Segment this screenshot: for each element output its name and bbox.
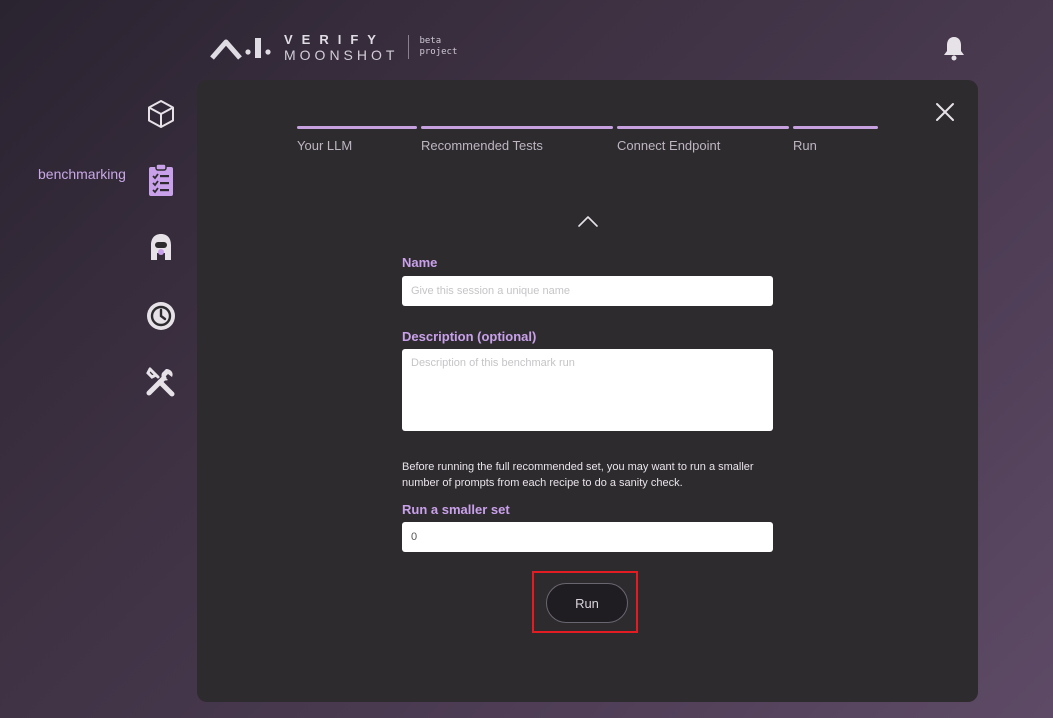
logo-divider xyxy=(408,35,410,59)
logo-wordmark: VERIFY MOONSHOT xyxy=(284,33,398,62)
step-connect-endpoint[interactable]: Connect Endpoint xyxy=(617,126,789,153)
description-label: Description (optional) xyxy=(402,329,537,344)
ai-logo-mark-icon xyxy=(210,38,271,60)
step-label: Recommended Tests xyxy=(421,138,543,153)
sidebar-item-history[interactable] xyxy=(144,299,178,333)
chevron-up-icon[interactable] xyxy=(577,214,599,228)
step-progress-bar xyxy=(421,126,613,129)
step-label: Run xyxy=(793,138,817,153)
red-teaming-agent-icon xyxy=(151,234,171,260)
sidebar-item-label[interactable]: benchmarking xyxy=(38,166,126,182)
step-recommended-tests[interactable]: Recommended Tests xyxy=(421,126,613,153)
beta-project-tag: beta project xyxy=(419,36,457,58)
sidebar-item-utilities[interactable] xyxy=(144,364,178,398)
notification-bell-icon[interactable] xyxy=(942,35,966,61)
sidebar-item-red-teaming[interactable] xyxy=(144,230,178,264)
step-label: Your LLM xyxy=(297,138,353,153)
session-name-input[interactable] xyxy=(402,276,773,306)
sidebar-item-benchmarking[interactable] xyxy=(144,163,178,197)
step-run[interactable]: Run xyxy=(793,126,878,153)
run-button[interactable]: Run xyxy=(546,583,628,623)
description-textarea[interactable] xyxy=(402,349,773,431)
cube-icon xyxy=(148,100,174,128)
close-icon[interactable] xyxy=(935,102,955,122)
name-label: Name xyxy=(402,255,438,270)
step-progress-bar xyxy=(617,126,789,129)
step-label: Connect Endpoint xyxy=(617,138,721,153)
smaller-set-input[interactable] xyxy=(402,522,773,552)
clipboard-checklist-icon xyxy=(149,163,173,196)
smaller-set-label: Run a smaller set xyxy=(402,502,510,517)
logo-moonshot-text: MOONSHOT xyxy=(284,46,399,63)
logo-verify-text: VERIFY xyxy=(284,31,385,47)
step-your-llm[interactable]: Your LLM xyxy=(297,126,417,153)
project-text: project xyxy=(419,47,458,57)
step-progress-bar xyxy=(793,126,878,129)
step-progress-bar xyxy=(297,126,417,129)
moonshot-logo: VERIFY MOONSHOT beta project xyxy=(210,30,457,64)
tools-icon xyxy=(146,367,175,397)
sidebar-item-endpoints[interactable] xyxy=(144,97,178,131)
sanity-check-note: Before running the full recommended set,… xyxy=(402,461,754,489)
beta-text: beta xyxy=(419,36,442,46)
history-icon xyxy=(147,302,175,330)
